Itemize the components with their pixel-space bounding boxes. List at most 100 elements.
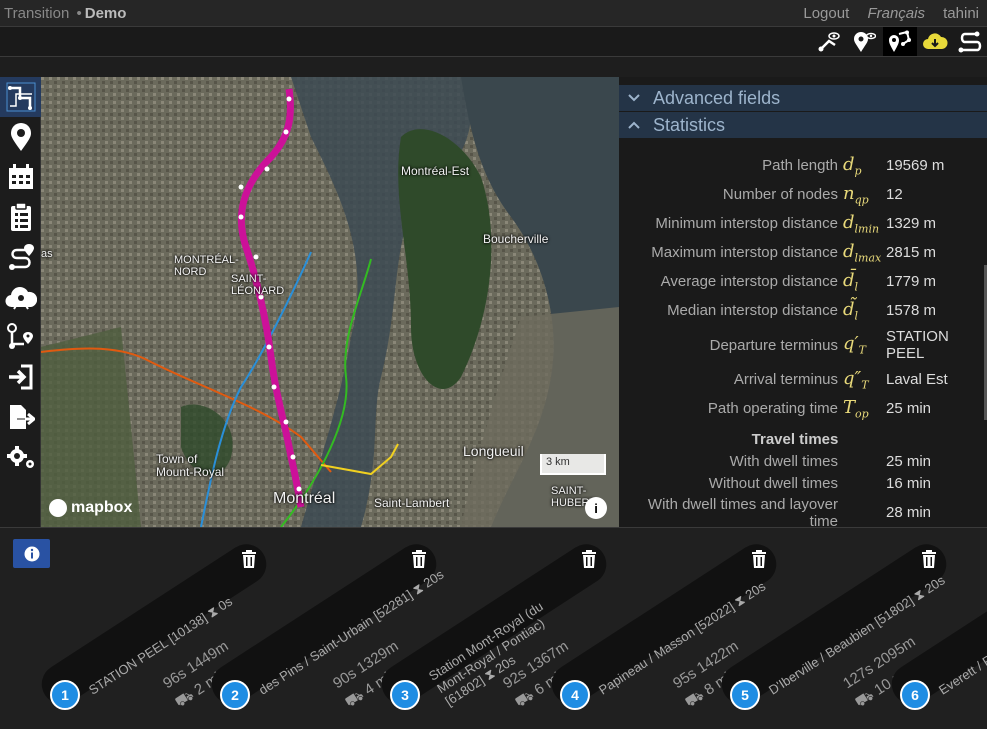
- app-name: Transition: [4, 5, 70, 22]
- stat-value: 12: [886, 186, 903, 203]
- stat-symbol: dp: [843, 153, 862, 178]
- stat-symbol: dlmin: [843, 211, 880, 236]
- path-nodes-icon[interactable]: [883, 27, 917, 56]
- travel-time-value: 25 min: [886, 452, 932, 470]
- stop-number-badge[interactable]: 2: [220, 680, 250, 710]
- left-sidebar: [0, 77, 41, 527]
- delete-stop-icon[interactable]: [921, 550, 937, 573]
- calendar-icon[interactable]: [0, 157, 41, 197]
- travel-time-value: 28 min: [886, 504, 932, 521]
- map-attribution-info-button[interactable]: i: [585, 497, 607, 519]
- cloud-download-icon[interactable]: [918, 27, 952, 56]
- stat-value: 1779 m: [886, 273, 937, 290]
- delete-stop-icon[interactable]: [581, 550, 597, 573]
- import-icon[interactable]: [0, 357, 41, 397]
- stat-row-max-interstop: Maximum interstop distance dlmax 2815 m: [619, 238, 987, 267]
- mapbox-text: mapbox: [71, 499, 133, 516]
- transit-lines-icon[interactable]: [0, 77, 41, 117]
- path-details-panel: Advanced fields Statistics Path length d…: [619, 77, 987, 527]
- stat-value: STATION PEEL: [886, 328, 949, 362]
- stat-symbol: d̄l: [843, 269, 859, 294]
- toolbar: [0, 27, 987, 57]
- top-bar: Transition • Demo Logout Français tahini: [0, 0, 987, 27]
- export-icon[interactable]: [0, 397, 41, 437]
- map-label-town-of-mount-royal: Town of Mount-Royal: [156, 452, 225, 479]
- stat-label: Minimum interstop distance: [655, 215, 838, 232]
- route-change-icon[interactable]: [953, 27, 987, 56]
- delete-stop-icon[interactable]: [751, 550, 767, 573]
- stat-symbol: q′T: [843, 333, 866, 357]
- clipboard-icon[interactable]: [0, 197, 41, 237]
- stat-row-operating-time: Path operating time Top 25 min: [619, 394, 987, 423]
- map-label-saint-leonard: SAINT-LÉONARD: [231, 273, 285, 297]
- map-label-montreal-est: Montréal-Est: [401, 164, 470, 178]
- stop-number-badge[interactable]: 5: [730, 680, 760, 710]
- route-icon[interactable]: [0, 237, 41, 277]
- mapbox-logo[interactable]: mapbox: [49, 499, 132, 517]
- route-eye-icon[interactable]: [812, 27, 846, 56]
- stop-number-badge[interactable]: 4: [560, 680, 590, 710]
- stat-label: Maximum interstop distance: [651, 244, 838, 261]
- stop-number-badge[interactable]: 1: [50, 680, 80, 710]
- stat-value: Laval Est: [886, 371, 948, 388]
- travel-time-row: Without dwell times 16 min: [619, 472, 987, 494]
- travel-time-label: With dwell times and layover time: [647, 496, 838, 527]
- stat-row-path-length: Path length dp 19569 m: [619, 151, 987, 180]
- map-label-partial: as: [41, 248, 53, 260]
- delete-stop-icon[interactable]: [411, 550, 427, 573]
- top-links: Logout Français tahini: [789, 5, 979, 22]
- travel-time-label: Without dwell times: [708, 474, 838, 492]
- map-label-montreal: Montréal: [273, 490, 336, 507]
- travel-times-title: Travel times: [751, 431, 839, 448]
- accessibility-map-icon[interactable]: [0, 277, 41, 317]
- stat-value: 2815 m: [886, 244, 937, 261]
- stat-label: Arrival terminus: [733, 371, 838, 388]
- advanced-fields-toggle[interactable]: Advanced fields: [619, 85, 987, 112]
- travel-time-row: With dwell times and layover time 28 min: [619, 494, 987, 527]
- toolbar-spacer: [0, 57, 987, 77]
- stat-label: Path operating time: [707, 400, 838, 417]
- travel-time-row: With dwell times 25 min: [619, 450, 987, 472]
- user-link[interactable]: tahini: [943, 5, 979, 22]
- stat-symbol: dlmax: [843, 240, 882, 265]
- map-label-longueuil: Longueuil: [463, 443, 524, 459]
- stat-value: 25 min: [886, 400, 932, 417]
- stat-row-arrival-terminus: Arrival terminus q″T Laval Est: [619, 365, 987, 394]
- location-pin-icon[interactable]: [0, 117, 41, 157]
- stop-number-badge[interactable]: 3: [390, 680, 420, 710]
- statistics-table: Path length dp 19569 m Number of nodes n…: [619, 151, 987, 527]
- chevron-up-icon: [627, 117, 645, 133]
- stat-value: 19569 m: [886, 157, 945, 174]
- stat-label: Median interstop distance: [667, 302, 838, 319]
- map-view[interactable]: Montréal-Est Boucherville MONTRÉAL-NORD …: [41, 77, 619, 527]
- stat-label: Path length: [762, 157, 838, 174]
- map-label-montreal-nord: MONTRÉAL-NORD: [174, 254, 239, 278]
- stat-symbol: Top: [843, 396, 869, 421]
- language-link[interactable]: Français: [867, 5, 925, 22]
- stat-row-avg-interstop: Average interstop distance d̄l 1779 m: [619, 267, 987, 296]
- logout-link[interactable]: Logout: [803, 5, 849, 22]
- advanced-fields-label: Advanced fields: [653, 87, 781, 108]
- mapbox-icon: [49, 499, 67, 517]
- travel-time-value: 16 min: [886, 474, 932, 492]
- stat-value: 1578 m: [886, 302, 937, 319]
- od-route-icon[interactable]: [0, 317, 41, 357]
- stat-symbol: d̃l: [843, 298, 859, 323]
- settings-icon[interactable]: [0, 437, 41, 477]
- info-button[interactable]: [13, 539, 50, 568]
- statistics-label: Statistics: [653, 114, 726, 135]
- map-label-saint-lambert: Saint-Lambert: [374, 496, 450, 510]
- stop-number-badge[interactable]: 6: [900, 680, 930, 710]
- chevron-down-icon: [627, 90, 645, 106]
- stat-value: 1329 m: [886, 215, 937, 232]
- travel-time-label: With dwell times: [729, 452, 838, 470]
- map-label-boucherville: Boucherville: [483, 232, 549, 246]
- stat-row-min-interstop: Minimum interstop distance dlmin 1329 m: [619, 209, 987, 238]
- map-background: [41, 77, 619, 527]
- stat-label: Average interstop distance: [660, 273, 838, 290]
- statistics-toggle[interactable]: Statistics: [619, 112, 987, 139]
- map-scale: 3 km: [540, 454, 606, 475]
- node-eye-icon[interactable]: [847, 27, 881, 56]
- delete-stop-icon[interactable]: [241, 550, 257, 573]
- stat-label: Departure terminus: [709, 336, 838, 354]
